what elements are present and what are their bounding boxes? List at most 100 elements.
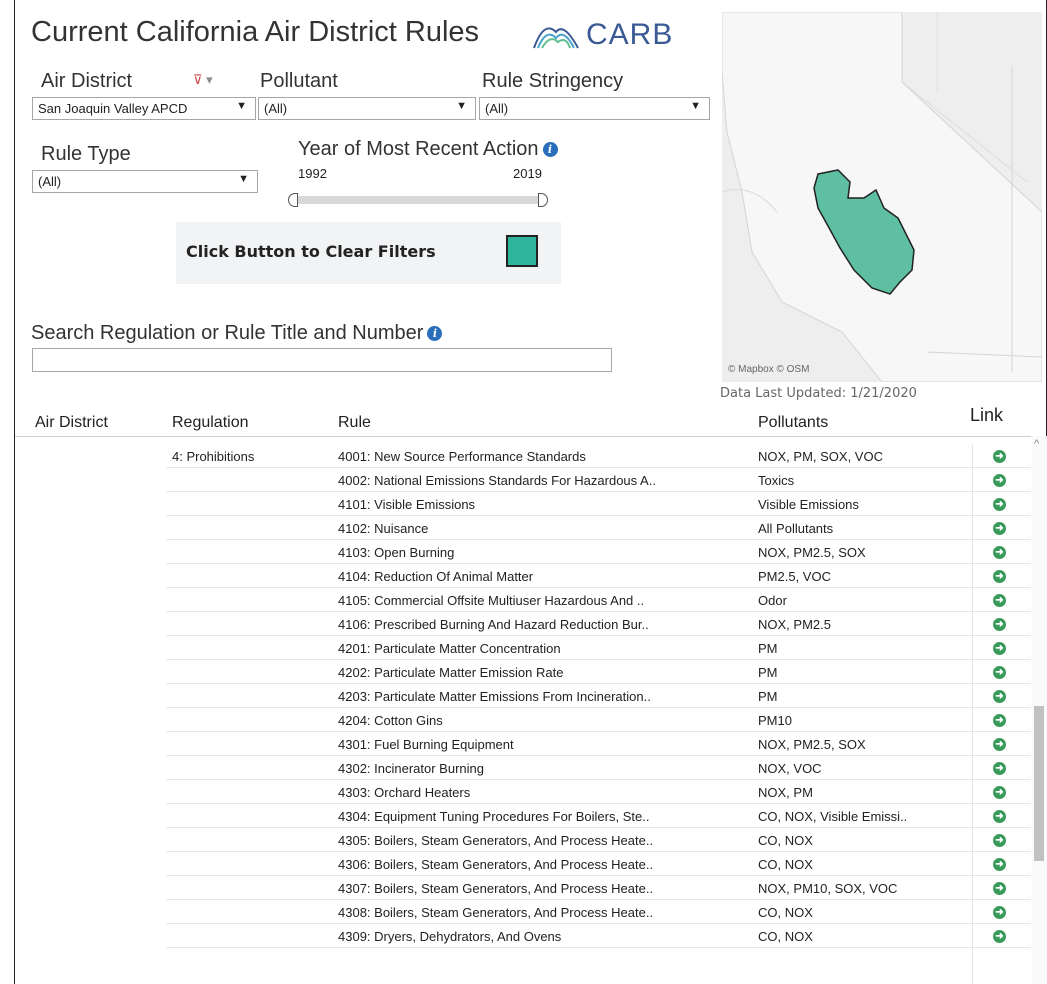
year-slider-track[interactable] (293, 196, 543, 204)
go-arrow-icon[interactable]: ➜ (993, 570, 1006, 583)
year-filter-label: Year of Most Recent Action i (298, 138, 558, 161)
pollutants-cell: PM10 (758, 713, 792, 728)
go-arrow-icon[interactable]: ➜ (993, 714, 1006, 727)
go-arrow-icon[interactable]: ➜ (993, 762, 1006, 775)
go-arrow-icon[interactable]: ➜ (993, 666, 1006, 679)
pollutants-cell: CO, NOX (758, 857, 813, 872)
rule-cell: 4309: Dryers, Dehydrators, And Ovens (338, 929, 562, 944)
link-cell: ➜ (972, 876, 1026, 900)
go-arrow-icon[interactable]: ➜ (993, 522, 1006, 535)
map-credit[interactable]: © Mapbox © OSM (728, 364, 809, 375)
search-input[interactable] (32, 348, 612, 372)
table-row: 4106: Prescribed Burning And Hazard Redu… (166, 612, 1031, 636)
scrollbar-thumb[interactable] (1034, 706, 1044, 861)
link-cell: ➜ (972, 780, 1026, 804)
info-icon[interactable]: i (427, 326, 443, 341)
go-arrow-icon[interactable]: ➜ (993, 642, 1006, 655)
pollutants-cell: NOX, PM10, SOX, VOC (758, 881, 898, 896)
link-cell: ➜ (972, 804, 1026, 828)
header-regulation[interactable]: Regulation (172, 414, 249, 432)
header-air-district[interactable]: Air District (35, 414, 108, 432)
rules-table: 4: Prohibitions 4001: New Source Performa… (166, 444, 1031, 948)
table-scrollbar[interactable]: ^ (1032, 436, 1047, 984)
district-map[interactable] (722, 12, 1042, 382)
pollutant-label: Pollutant (260, 70, 338, 92)
regulation-cell: 4: Prohibitions (172, 449, 255, 464)
go-arrow-icon[interactable]: ➜ (993, 546, 1006, 559)
go-arrow-icon[interactable]: ➜ (993, 882, 1006, 895)
pollutants-cell: PM (758, 665, 778, 680)
rule-cell: 4302: Incinerator Burning (338, 761, 484, 776)
filter-controls[interactable]: ⊽ ▾ (193, 72, 213, 88)
air-district-label: Air District (41, 70, 133, 92)
go-arrow-icon[interactable]: ➜ (993, 858, 1006, 871)
rule-cell: 4307: Boilers, Steam Generators, And Pro… (338, 881, 654, 896)
california-map (722, 12, 1042, 382)
go-arrow-icon[interactable]: ➜ (993, 906, 1006, 919)
pollutants-cell: PM2.5, VOC (758, 569, 831, 584)
scroll-up-icon[interactable]: ^ (1034, 438, 1039, 450)
go-arrow-icon[interactable]: ➜ (993, 450, 1006, 463)
pollutants-cell: All Pollutants (758, 521, 834, 536)
rule-cell: 4202: Particulate Matter Emission Rate (338, 665, 564, 680)
year-slider-min-handle[interactable] (288, 193, 298, 207)
header-link[interactable]: Link (970, 405, 1003, 426)
rule-cell: 4102: Nuisance (338, 521, 429, 536)
link-cell: ➜ (972, 636, 1026, 660)
go-arrow-icon[interactable]: ➜ (993, 690, 1006, 703)
search-label: Search Regulation or Rule Title and Numb… (31, 322, 443, 345)
table-row: 4204: Cotton Gins PM10 ➜ (166, 708, 1031, 732)
table-row: 4307: Boilers, Steam Generators, And Pro… (166, 876, 1031, 900)
link-cell: ➜ (972, 828, 1026, 852)
pollutants-cell: NOX, VOC (758, 761, 822, 776)
link-cell: ➜ (972, 516, 1026, 540)
table-row: 4301: Fuel Burning Equipment NOX, PM2.5, … (166, 732, 1031, 756)
link-cell: ➜ (972, 612, 1026, 636)
clear-filters-button[interactable] (506, 235, 538, 267)
chevron-down-icon: ▼ (236, 100, 247, 112)
pollutants-cell: PM (758, 641, 778, 656)
pollutants-cell: Visible Emissions (758, 497, 859, 512)
rule-cell: 4201: Particulate Matter Concentration (338, 641, 561, 656)
rule-cell: 4103: Open Burning (338, 545, 455, 560)
table-row: 4002: National Emissions Standards For H… (166, 468, 1031, 492)
info-icon[interactable]: i (542, 142, 558, 157)
rule-cell: 4106: Prescribed Burning And Hazard Redu… (338, 617, 649, 632)
year-max-label: 2019 (513, 166, 542, 181)
rule-cell: 4203: Particulate Matter Emissions From … (338, 689, 651, 704)
rule-stringency-dropdown[interactable]: (All) ▼ (479, 97, 710, 120)
link-cell: ➜ (972, 852, 1026, 876)
table-row: 4201: Particulate Matter Concentration PM… (166, 636, 1031, 660)
go-arrow-icon[interactable]: ➜ (993, 474, 1006, 487)
pollutants-cell: NOX, PM, SOX, VOC (758, 449, 883, 464)
table-row: 4202: Particulate Matter Emission Rate PM… (166, 660, 1031, 684)
search-label-text: Search Regulation or Rule Title and Numb… (31, 322, 424, 344)
link-cell: ➜ (972, 492, 1026, 516)
table-row: 4203: Particulate Matter Emissions From … (166, 684, 1031, 708)
header-rule[interactable]: Rule (338, 414, 371, 432)
pollutant-dropdown[interactable]: (All) ▼ (258, 97, 476, 120)
header-divider (15, 436, 1031, 437)
rule-cell: 4001: New Source Performance Standards (338, 449, 586, 464)
pollutants-cell: NOX, PM2.5, SOX (758, 545, 866, 560)
go-arrow-icon[interactable]: ➜ (993, 810, 1006, 823)
air-district-dropdown[interactable]: San Joaquin Valley APCD ▼ (32, 97, 256, 120)
pollutants-cell: NOX, PM (758, 785, 813, 800)
pollutants-cell: CO, NOX (758, 905, 813, 920)
clear-filter-icon[interactable]: ⊽ (193, 72, 203, 87)
rule-stringency-label: Rule Stringency (482, 70, 624, 92)
go-arrow-icon[interactable]: ➜ (993, 786, 1006, 799)
rule-type-dropdown[interactable]: (All) ▼ (32, 170, 258, 193)
go-arrow-icon[interactable]: ➜ (993, 618, 1006, 631)
go-arrow-icon[interactable]: ➜ (993, 738, 1006, 751)
table-row: 4309: Dryers, Dehydrators, And Ovens CO, … (166, 924, 1031, 948)
header-pollutants[interactable]: Pollutants (758, 414, 828, 432)
rule-type-value: (All) (38, 174, 62, 189)
rule-cell: 4308: Boilers, Steam Generators, And Pro… (338, 905, 654, 920)
go-arrow-icon[interactable]: ➜ (993, 834, 1006, 847)
rule-cell: 4306: Boilers, Steam Generators, And Pro… (338, 857, 654, 872)
go-arrow-icon[interactable]: ➜ (993, 594, 1006, 607)
go-arrow-icon[interactable]: ➜ (993, 930, 1006, 943)
go-arrow-icon[interactable]: ➜ (993, 498, 1006, 511)
filter-menu-icon[interactable]: ▾ (206, 72, 213, 87)
